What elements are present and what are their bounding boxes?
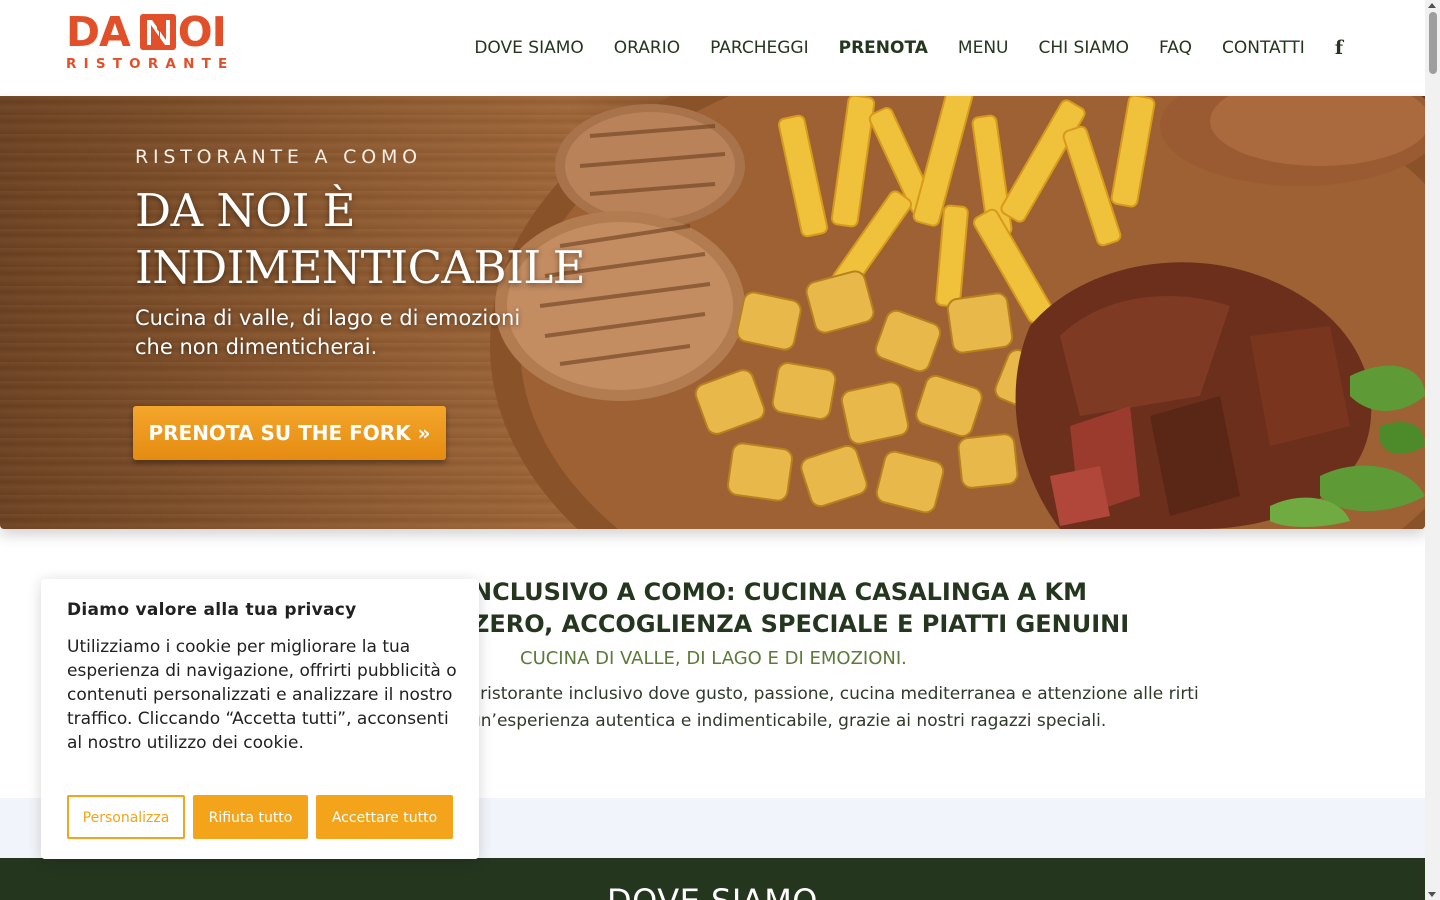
facebook-icon[interactable]: f	[1335, 36, 1343, 60]
book-thefork-button[interactable]: PRENOTA SU THE FORK »	[133, 406, 446, 460]
logo-text-right: OI	[177, 8, 227, 56]
customize-cookies-button[interactable]: Personalizza	[67, 795, 185, 839]
scroll-up-arrow-icon[interactable]	[1428, 3, 1436, 8]
nav-item-contatti[interactable]: CONTATTI	[1222, 36, 1305, 60]
site-logo[interactable]: DA OI RISTORANTE	[66, 10, 238, 76]
reject-all-button[interactable]: Rifiuta tutto	[193, 795, 308, 839]
scrollbar-thumb[interactable]	[1429, 12, 1437, 74]
fork-knife-logo-icon	[139, 14, 176, 50]
nav-item-dove-siamo[interactable]: DOVE SIAMO	[474, 36, 583, 60]
nav-item-parcheggi[interactable]: PARCHEGGI	[710, 36, 809, 60]
nav-item-chi-siamo[interactable]: CHI SIAMO	[1038, 36, 1129, 60]
scroll-down-arrow-icon[interactable]	[1428, 892, 1436, 897]
dove-siamo-section: DOVE SIAMO	[0, 858, 1425, 900]
hero-title: DA NOI È INDIMENTICABILE	[135, 184, 586, 294]
hero-subtitle: Cucina di valle, di lago e di emozioni c…	[135, 306, 521, 359]
hero-banner: RISTORANTE A COMO DA NOI È INDIMENTICABI…	[0, 96, 1425, 529]
hero-kicker: RISTORANTE A COMO	[135, 146, 422, 168]
intro-paragraph: l ristorante inclusivo dove gusto, passi…	[470, 684, 1199, 731]
cookie-consent-banner: Diamo valore alla tua privacy Utilizziam…	[41, 579, 479, 859]
logo-text-left: DA	[66, 8, 131, 56]
page-scrollbar[interactable]	[1425, 0, 1440, 900]
nav-item-menu[interactable]: MENU	[958, 36, 1009, 60]
nav-item-orario[interactable]: ORARIO	[614, 36, 680, 60]
logo-subtitle: RISTORANTE	[66, 56, 235, 72]
logo-wordmark: DA OI	[66, 10, 238, 54]
main-nav: DOVE SIAMO ORARIO PARCHEGGI PRENOTA MENU…	[444, 36, 1343, 60]
cookie-title: Diamo valore alla tua privacy	[67, 600, 357, 620]
dove-siamo-heading: DOVE SIAMO	[0, 882, 1425, 900]
intro-kicker: CUCINA DI VALLE, DI LAGO E DI EMOZIONI.	[520, 648, 907, 669]
cookie-text: Utilizziamo i cookie per migliorare la t…	[67, 637, 457, 753]
site-header: DA OI RISTORANTE DOVE SIAMO ORARIO PARCH…	[0, 0, 1425, 96]
intro-heading: NCLUSIVO A COMO: CUCINA CASALINGA A KM Z…	[472, 578, 1130, 638]
nav-item-faq[interactable]: FAQ	[1159, 36, 1192, 60]
nav-item-prenota[interactable]: PRENOTA	[839, 36, 928, 60]
accept-all-button[interactable]: Accettare tutto	[316, 795, 453, 839]
